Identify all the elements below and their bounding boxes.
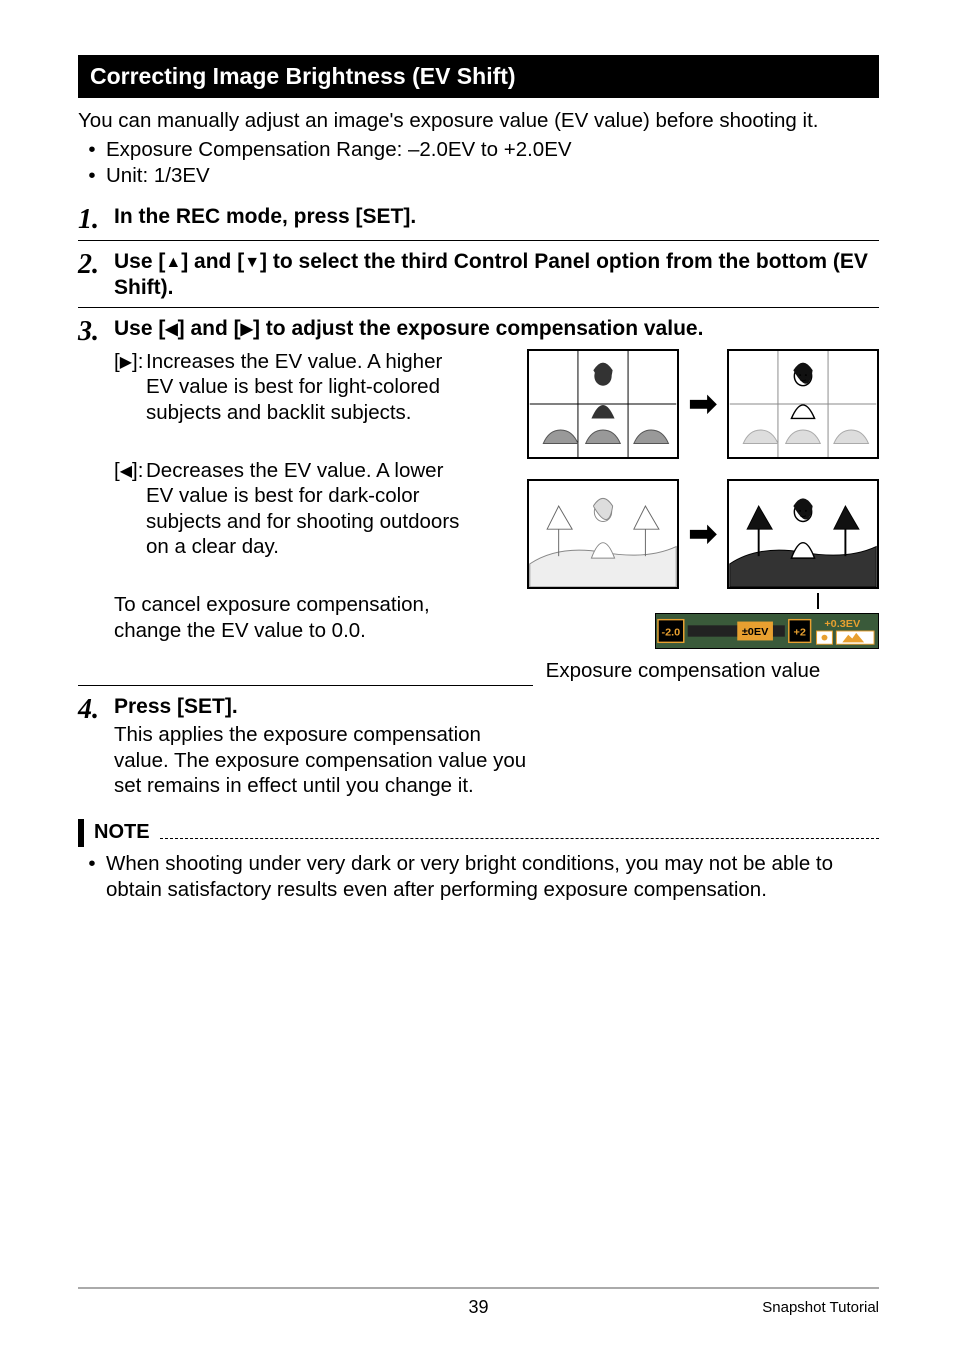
section-title: Correcting Image Brightness (EV Shift)	[78, 55, 879, 98]
increase-label: [▶]:	[114, 349, 146, 426]
step-separator	[78, 685, 533, 686]
cancel-text: To cancel exposure compensation, change …	[114, 592, 473, 643]
bullet-dot: •	[78, 851, 106, 904]
svg-text:+0.3EV: +0.3EV	[824, 618, 861, 630]
step-1-number: 1.	[78, 204, 114, 234]
figure-row-decrease: ➡	[487, 479, 879, 589]
step-separator	[78, 240, 879, 241]
bullet-2: Unit: 1/3EV	[106, 163, 210, 190]
down-triangle-icon: ▼	[244, 253, 260, 273]
note-bar-icon	[78, 819, 84, 847]
footer-section: Snapshot Tutorial	[762, 1299, 879, 1316]
intro-text: You can manually adjust an image's expos…	[78, 108, 879, 135]
note-heading: NOTE	[78, 819, 879, 847]
step-2: 2. Use [▲] and [▼] to select the third C…	[78, 249, 879, 302]
page-footer: 39 Snapshot Tutorial	[78, 1287, 879, 1321]
note-text: When shooting under very dark or very br…	[106, 851, 879, 904]
right-triangle-icon: ▶	[241, 320, 253, 340]
step-1: 1. In the REC mode, press [SET].	[78, 204, 879, 234]
step-separator	[78, 307, 879, 308]
left-triangle-icon: ◀	[165, 320, 177, 340]
svg-text:+2: +2	[793, 627, 805, 639]
arrow-right-icon: ➡	[689, 384, 718, 424]
svg-text:±0EV: ±0EV	[742, 626, 769, 638]
step-4-number: 4.	[78, 694, 114, 724]
ev-compensation-bar: -2.0 ±0EV +2 +0.3EV	[655, 613, 879, 649]
left-triangle-icon: ◀	[120, 462, 132, 482]
up-triangle-icon: ▲	[165, 253, 181, 273]
step-4-title: Press [SET].	[114, 694, 533, 720]
increase-text: Increases the EV value. A higher EV valu…	[146, 349, 473, 426]
svg-text:-2.0: -2.0	[661, 627, 680, 639]
note-label: NOTE	[94, 821, 150, 844]
step-2-number: 2.	[78, 249, 114, 279]
intro-bullets: • Exposure Compensation Range: –2.0EV to…	[78, 137, 879, 190]
right-triangle-icon: ▶	[120, 353, 132, 373]
figure-after-dark	[727, 479, 879, 589]
step-3: 3. Use [◀] and [▶] to adjust the exposur…	[78, 316, 879, 682]
arrow-right-icon: ➡	[689, 514, 718, 554]
bullet-dot: •	[78, 137, 106, 164]
step-3-title: Use [◀] and [▶] to adjust the exposure c…	[114, 316, 879, 342]
ev-caption: Exposure compensation value	[487, 659, 879, 683]
step-3-number: 3.	[78, 316, 114, 346]
step-1-title: In the REC mode, press [SET].	[114, 204, 879, 230]
ev-pointer-line	[817, 593, 819, 609]
step-4: 4. Press [SET]. This applies the exposur…	[78, 694, 533, 799]
figure-before-light	[527, 349, 679, 459]
decrease-text: Decreases the EV value. A lower EV value…	[146, 458, 473, 561]
figure-before-dark	[527, 479, 679, 589]
note-body: • When shooting under very dark or very …	[78, 851, 879, 904]
note-line	[160, 838, 879, 839]
bullet-dot: •	[78, 163, 106, 190]
bullet-1: Exposure Compensation Range: –2.0EV to +…	[106, 137, 572, 164]
page-number: 39	[468, 1297, 488, 1318]
decrease-label: [◀]:	[114, 458, 146, 561]
step-4-body: This applies the exposure compensation v…	[114, 722, 533, 799]
figure-after-light	[727, 349, 879, 459]
step-2-title: Use [▲] and [▼] to select the third Cont…	[114, 249, 879, 302]
figure-row-increase: ➡	[487, 349, 879, 459]
